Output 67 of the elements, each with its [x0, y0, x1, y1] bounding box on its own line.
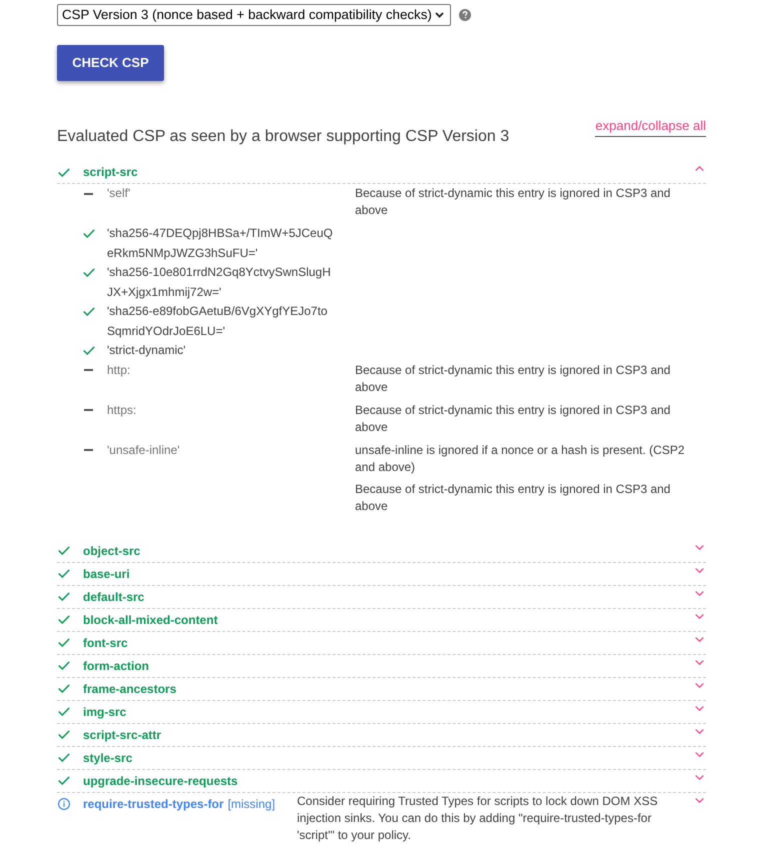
note-text: Because of strict-dynamic this entry is ignored in CSP3 and above: [355, 362, 672, 396]
chevron-down-icon[interactable]: [695, 614, 704, 618]
dash-icon: [84, 449, 93, 452]
check-csp-button[interactable]: CHECK CSP: [57, 45, 164, 81]
help-icon[interactable]: [459, 9, 471, 21]
chevron-down-icon[interactable]: [695, 774, 704, 780]
chevron-down-icon[interactable]: [695, 798, 704, 802]
dash-icon: [84, 192, 93, 195]
directive-name: object-src: [83, 544, 140, 558]
check-icon: [58, 546, 70, 555]
check-icon: [58, 168, 70, 176]
dash-icon: [84, 369, 93, 372]
check-icon: [58, 615, 70, 624]
directive-name: frame-ancestors: [83, 682, 176, 696]
check-icon: [83, 268, 95, 278]
source-value: 'strict-dynamic': [107, 343, 186, 357]
version-select[interactable]: CSP Version 3 (nonce based + backward compatibility checks): [57, 4, 451, 26]
check-icon: [58, 707, 70, 716]
source-value: http:: [107, 362, 130, 376]
source-value: 'self': [107, 186, 130, 200]
chevron-down-icon[interactable]: [695, 636, 704, 642]
check-icon: [58, 776, 70, 785]
check-icon: [58, 638, 70, 647]
evaluation-heading: Evaluated CSP as seen by a browser supporting CSP Version 3: [57, 127, 510, 146]
dash-icon: [84, 409, 93, 412]
chevron-down-icon[interactable]: [695, 752, 704, 756]
chevron-down-icon[interactable]: [695, 728, 704, 734]
directive-name: font-src: [83, 636, 128, 650]
note-text: Because of strict-dynamic this entry is ignored in CSP3 and above: [355, 480, 672, 514]
directive-name: script-src-attr: [83, 728, 162, 742]
directive-name: form-action: [83, 658, 149, 672]
check-icon: [83, 307, 95, 316]
directive-name: upgrade-insecure-requests: [83, 774, 238, 788]
source-value: 'sha256-47DEQpj8HBSa+/TImW+5JCeuQeRkm5NMpJWZG3hSuFU=': [107, 226, 333, 260]
directive-name: script-src: [83, 165, 138, 179]
note-text: Consider requiring Trusted Types for scripts to lock down DOM XSS injection sinks. You can do this by adding "require-trusted-types-for 'script'" to your policy.: [297, 792, 659, 844]
info-icon: [58, 798, 70, 810]
check-icon: [58, 730, 70, 739]
check-icon: [58, 592, 70, 601]
check-icon: [83, 346, 95, 356]
chevron-down-icon[interactable]: [695, 682, 704, 688]
directive-name: require-trusted-types-for: [83, 796, 224, 810]
note-text: Because of strict-dynamic this entry is ignored in CSP3 and above: [355, 402, 672, 436]
check-icon: [58, 753, 70, 762]
chevron-down-icon[interactable]: [695, 544, 704, 550]
directive-name: block-all-mixed-content: [83, 612, 218, 626]
directive-name: style-src: [83, 750, 132, 764]
check-icon: [83, 229, 95, 238]
missing-tag: [missing]: [228, 796, 276, 810]
chevron-up-icon[interactable]: [695, 166, 704, 171]
chevron-down-icon[interactable]: [695, 706, 704, 710]
directive-name: default-src: [83, 590, 144, 604]
check-icon: [58, 684, 70, 693]
source-value: 'sha256-e89fobGAetuB/6VgXYgfYEJo7toSqmridYOdrJoE6LU=': [107, 304, 328, 338]
caret-icon: [435, 12, 444, 18]
directive-name: base-uri: [83, 566, 130, 580]
chevron-down-icon[interactable]: [695, 590, 704, 596]
source-value: https:: [107, 402, 136, 416]
source-value: 'unsafe-inline': [107, 442, 180, 456]
note-text: unsafe-inline is ignored if a nonce or a hash is present. (CSP2 and above): [355, 442, 686, 476]
chevron-down-icon[interactable]: [695, 660, 704, 664]
source-value: 'sha256-10e801rrdN2Gq8YctvySwnSlugHJX+Xjgx1mhmij72w=': [107, 265, 331, 298]
chevron-down-icon[interactable]: [695, 568, 704, 572]
directive-name: img-src: [83, 704, 126, 718]
check-icon: [58, 661, 70, 670]
check-icon: [58, 569, 70, 578]
note-text: Because of strict-dynamic this entry is ignored in CSP3 and above: [355, 185, 672, 219]
